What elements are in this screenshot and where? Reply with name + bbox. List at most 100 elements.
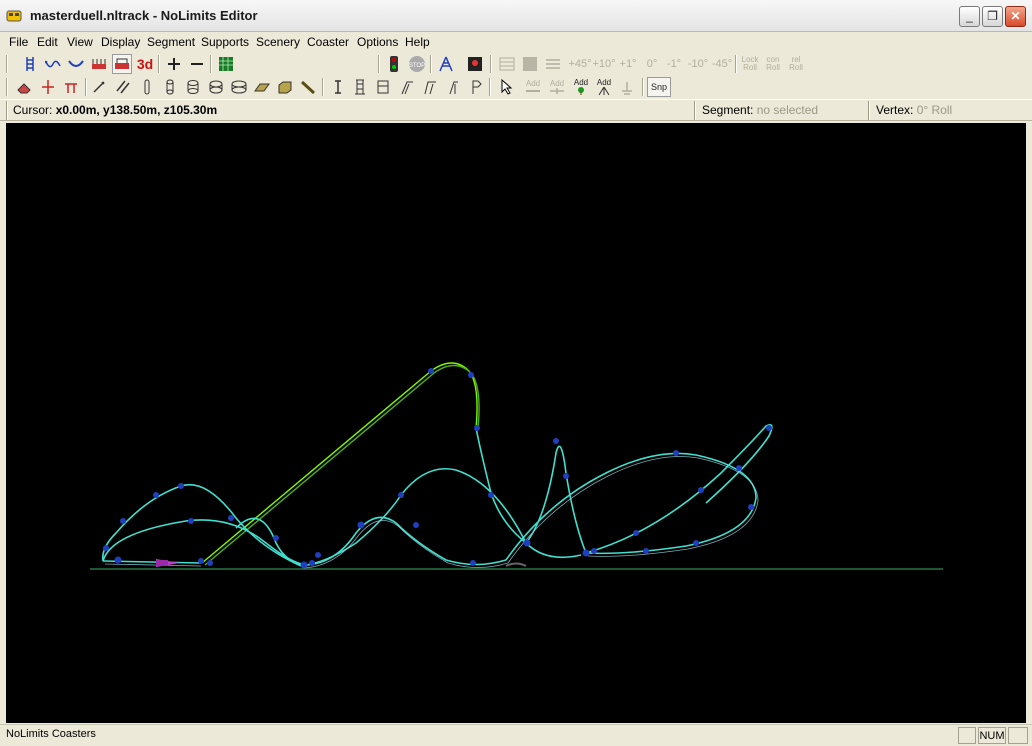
supports-icon[interactable] bbox=[436, 54, 456, 74]
add-vertex-icon[interactable] bbox=[164, 54, 184, 74]
vertex-node[interactable] bbox=[523, 539, 531, 547]
remove-vertex-icon[interactable] bbox=[187, 54, 207, 74]
spline-view-icon[interactable] bbox=[43, 54, 63, 74]
vertex-node[interactable] bbox=[693, 540, 699, 546]
vertex-node[interactable] bbox=[228, 515, 234, 521]
vertex-node[interactable] bbox=[413, 522, 419, 528]
vertex-node[interactable] bbox=[273, 535, 279, 541]
vertex-node[interactable] bbox=[643, 548, 649, 554]
cursor-readout: Cursor: x0.00m, y138.50m, z105.30m bbox=[13, 102, 217, 119]
status-bar: NoLimits Coasters NUM bbox=[0, 724, 1032, 746]
catwalk-support-icon[interactable] bbox=[466, 77, 486, 97]
menu-help[interactable]: Help bbox=[405, 32, 430, 52]
curve-view-icon[interactable] bbox=[66, 54, 86, 74]
vertex-node[interactable] bbox=[120, 518, 126, 524]
close-button[interactable]: ✕ bbox=[1005, 6, 1026, 27]
vertex-node[interactable] bbox=[309, 560, 315, 566]
menu-file[interactable]: File bbox=[9, 32, 28, 52]
vertex-node[interactable] bbox=[178, 483, 184, 489]
drum-icon[interactable] bbox=[206, 77, 226, 97]
cursor-value: x0.00m, y138.50m, z105.30m bbox=[55, 103, 218, 117]
join-icon[interactable] bbox=[61, 77, 81, 97]
menu-segment[interactable]: Segment bbox=[147, 32, 195, 52]
add-support-label: Add bbox=[596, 78, 612, 87]
vertex-node[interactable] bbox=[114, 556, 122, 564]
vertex-node[interactable] bbox=[553, 438, 559, 444]
slant-support-icon[interactable] bbox=[443, 77, 463, 97]
vertex-node[interactable] bbox=[357, 521, 365, 529]
block-brake-icon[interactable] bbox=[465, 54, 485, 74]
vertex-node[interactable] bbox=[736, 465, 742, 471]
vertex-node[interactable] bbox=[315, 552, 321, 558]
menu-options[interactable]: Options bbox=[357, 32, 398, 52]
vertex-node[interactable] bbox=[398, 492, 404, 498]
vertex-node[interactable] bbox=[474, 425, 480, 431]
menu-coaster[interactable]: Coaster bbox=[307, 32, 349, 52]
split-icon[interactable] bbox=[38, 77, 58, 97]
add-tree-label: Add bbox=[573, 78, 589, 87]
vertex-node[interactable] bbox=[673, 450, 679, 456]
double-pencil-icon[interactable] bbox=[113, 77, 133, 97]
barrel-icon[interactable] bbox=[183, 77, 203, 97]
vertex-node[interactable] bbox=[766, 425, 772, 431]
fill-icon bbox=[520, 54, 540, 74]
menu-supports[interactable]: Supports bbox=[201, 32, 249, 52]
status-indicator bbox=[958, 727, 976, 744]
vertex-node[interactable] bbox=[153, 492, 159, 498]
eraser-icon[interactable] bbox=[14, 77, 34, 97]
toolbar-separator bbox=[322, 78, 324, 96]
editor-viewport[interactable] bbox=[6, 123, 1026, 723]
vertex-node[interactable] bbox=[698, 487, 704, 493]
menu-view[interactable]: View bbox=[67, 32, 93, 52]
toolbar-separator bbox=[490, 55, 492, 73]
traffic-light-icon[interactable] bbox=[384, 54, 404, 74]
column-support-icon[interactable] bbox=[328, 77, 348, 97]
frame-support-icon[interactable] bbox=[373, 77, 393, 97]
wide-drum-icon[interactable] bbox=[229, 77, 249, 97]
vertex-node[interactable] bbox=[468, 372, 474, 378]
track-vertices[interactable] bbox=[103, 368, 772, 569]
vertex-node[interactable] bbox=[633, 530, 639, 536]
vertex-node[interactable] bbox=[488, 492, 494, 498]
app-icon bbox=[6, 10, 22, 22]
snap-toggle[interactable]: Snp bbox=[647, 77, 671, 97]
menu-edit[interactable]: Edit bbox=[37, 32, 58, 52]
3d-view-button[interactable]: 3d bbox=[135, 54, 155, 74]
vertex-node[interactable] bbox=[591, 548, 597, 554]
vertex-node[interactable] bbox=[188, 518, 194, 524]
vertex-node[interactable] bbox=[748, 504, 754, 510]
box-icon[interactable] bbox=[275, 77, 295, 97]
vertex-node[interactable] bbox=[582, 549, 590, 557]
tower-support-icon[interactable] bbox=[350, 77, 370, 97]
pencil-icon[interactable] bbox=[89, 77, 109, 97]
select-pointer-icon[interactable] bbox=[497, 77, 517, 97]
add-support-button[interactable]: Add bbox=[594, 77, 614, 97]
vertex-node[interactable] bbox=[428, 368, 434, 374]
straight-segment-icon[interactable] bbox=[137, 77, 157, 97]
menu-display[interactable]: Display bbox=[101, 32, 140, 52]
vertex-node[interactable] bbox=[563, 473, 569, 479]
vertex-node[interactable] bbox=[207, 560, 213, 566]
vertex-node[interactable] bbox=[198, 558, 204, 564]
menu-scenery[interactable]: Scenery bbox=[256, 32, 300, 52]
vertex-node[interactable] bbox=[470, 560, 476, 566]
restore-button[interactable]: ❐ bbox=[982, 6, 1003, 27]
track-view-icon[interactable] bbox=[20, 54, 40, 74]
stop-button[interactable]: STOP bbox=[407, 54, 427, 74]
toolbar-separator bbox=[642, 78, 644, 96]
roll-minus45-button: -45° bbox=[711, 58, 733, 70]
cantilever-support-icon[interactable] bbox=[397, 77, 417, 97]
minimize-button[interactable]: _ bbox=[959, 6, 980, 27]
vertex-node[interactable] bbox=[300, 561, 308, 569]
spreadsheet-icon[interactable] bbox=[216, 54, 236, 74]
add-tree-button[interactable]: Add bbox=[571, 77, 591, 97]
train-view-icon[interactable] bbox=[112, 54, 132, 74]
track-canvas[interactable] bbox=[6, 123, 1026, 723]
cylinder-icon[interactable] bbox=[160, 77, 180, 97]
double-support-icon[interactable] bbox=[420, 77, 440, 97]
window-title: masterduell.nltrack - NoLimits Editor bbox=[30, 8, 258, 23]
vertex-node[interactable] bbox=[103, 545, 109, 551]
plank-icon[interactable] bbox=[252, 77, 272, 97]
ruler-icon[interactable] bbox=[298, 77, 318, 97]
station-icon[interactable] bbox=[89, 54, 109, 74]
